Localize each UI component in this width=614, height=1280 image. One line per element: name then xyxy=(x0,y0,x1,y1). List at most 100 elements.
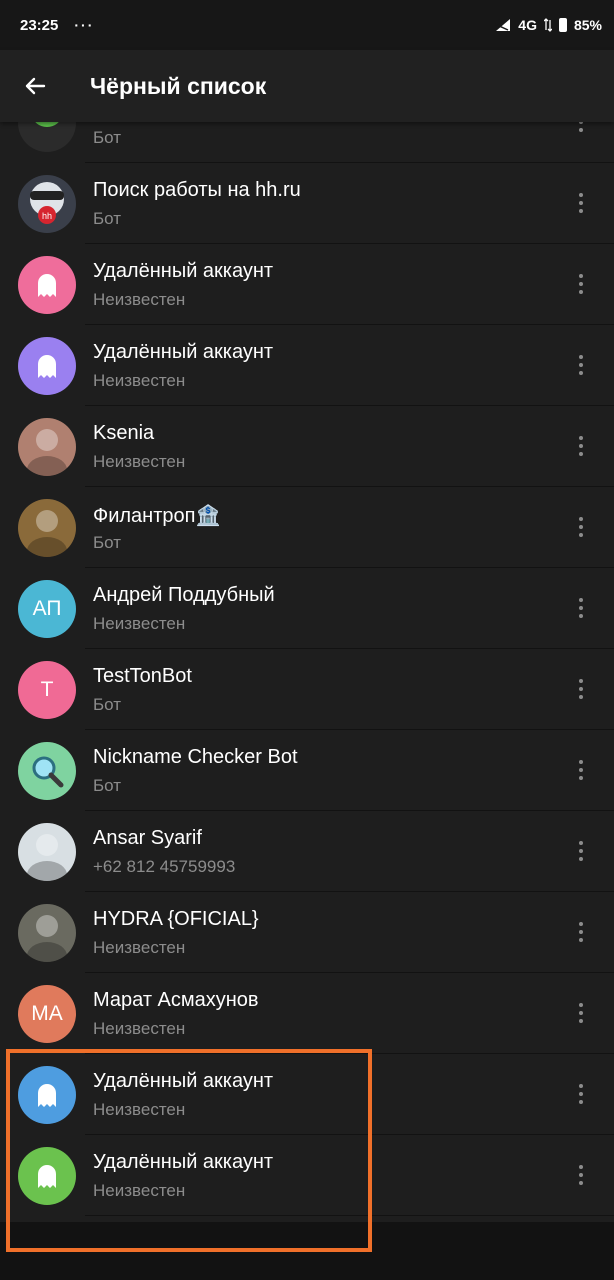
robot-avatar-icon: hh xyxy=(30,182,64,224)
contact-status: Неизвестен xyxy=(93,371,186,390)
contact-name: Удалённый аккаунт xyxy=(93,1151,274,1173)
status-bar: 23:25 ··· 4G 85% xyxy=(0,0,614,50)
avatar[interactable] xyxy=(18,499,76,557)
contact-status: Бот xyxy=(93,776,122,795)
more-options-icon[interactable] xyxy=(566,183,596,223)
more-options-icon[interactable] xyxy=(566,669,596,709)
ghost-icon xyxy=(38,274,56,297)
more-options-icon[interactable] xyxy=(566,264,596,304)
contact-status: Бот xyxy=(93,695,122,714)
avatar[interactable]: МА xyxy=(18,985,76,1043)
contact-name: Андрей Поддубный xyxy=(93,584,275,606)
contact-status: Бот xyxy=(93,533,122,552)
avatar[interactable] xyxy=(18,1066,76,1124)
avatar[interactable] xyxy=(18,904,76,962)
contact-name: Удалённый аккаунт xyxy=(93,341,274,363)
contact-name: Филантроп🏦 xyxy=(93,505,221,527)
list-item[interactable]: Ksenia Неизвестен xyxy=(0,406,614,487)
list-item[interactable]: Ansar Syarif +62 812 45759993 xyxy=(0,811,614,892)
photo-avatar-icon xyxy=(27,834,67,881)
contact-name: Удалённый аккаунт xyxy=(93,260,274,282)
list-item[interactable]: Удалённый аккаунт Неизвестен xyxy=(0,1135,614,1216)
contact-status: Неизвестен xyxy=(93,614,186,633)
more-options-icon[interactable] xyxy=(566,588,596,628)
blocked-users-list[interactable]: @esortn_botБотhh Поиск работы на hh.ru Бот… xyxy=(0,122,614,1222)
svg-text:hh: hh xyxy=(42,211,52,221)
avatar[interactable] xyxy=(18,256,76,314)
list-item[interactable]: Удалённый аккаунт Неизвестен xyxy=(0,325,614,406)
contact-name: TestTonBot xyxy=(93,665,192,687)
photo-avatar-icon xyxy=(27,510,67,557)
contact-status: Неизвестен xyxy=(93,1019,186,1038)
list-item[interactable]: Nickname Checker Bot Бот xyxy=(0,730,614,811)
contact-name: Удалённый аккаунт xyxy=(93,1070,274,1092)
battery-icon xyxy=(558,18,567,32)
more-options-icon[interactable] xyxy=(566,426,596,466)
list-item[interactable]: Удалённый аккаунт Неизвестен xyxy=(0,244,614,325)
frog-avatar-icon xyxy=(35,122,59,127)
contact-status: Бот xyxy=(93,128,122,147)
avatar[interactable] xyxy=(18,742,76,800)
contact-name: Поиск работы на hh.ru xyxy=(93,179,301,201)
list-item[interactable]: Удалённый аккаунт Неизвестен xyxy=(0,1054,614,1135)
more-options-icon[interactable] xyxy=(566,345,596,385)
avatar[interactable] xyxy=(18,418,76,476)
more-options-icon[interactable] xyxy=(566,993,596,1033)
more-options-icon[interactable] xyxy=(566,507,596,547)
avatar-initials: МА xyxy=(31,1002,63,1025)
contact-name: Ksenia xyxy=(93,422,155,444)
avatar[interactable] xyxy=(18,337,76,395)
contact-status: Бот xyxy=(93,209,122,228)
status-right: 4G 85% xyxy=(495,17,602,33)
list-item[interactable]: АП Андрей Поддубный Неизвестен xyxy=(0,568,614,649)
contact-status: Неизвестен xyxy=(93,290,186,309)
status-time: 23:25 xyxy=(20,16,59,34)
more-options-icon[interactable] xyxy=(566,1155,596,1195)
contact-name: HYDRA {OFICIAL} xyxy=(93,908,259,930)
contact-status: Неизвестен xyxy=(93,938,186,957)
magnifier-icon xyxy=(32,756,64,788)
data-transfer-icon xyxy=(543,18,552,32)
contact-status: Неизвестен xyxy=(93,1100,186,1119)
signal-icon xyxy=(495,19,511,31)
avatar[interactable]: hh xyxy=(18,175,76,233)
more-options-icon[interactable] xyxy=(566,912,596,952)
list-item[interactable]: @esortn_botБот xyxy=(0,122,614,163)
ghost-icon xyxy=(38,1165,56,1188)
more-options-icon[interactable] xyxy=(566,831,596,871)
avatar[interactable] xyxy=(18,1147,76,1205)
ghost-icon xyxy=(38,1084,56,1107)
avatar-initials: АП xyxy=(32,597,62,620)
contact-name: Nickname Checker Bot xyxy=(93,746,298,768)
avatar[interactable]: T xyxy=(18,661,76,719)
contact-name: Марат Асмахунов xyxy=(93,989,259,1011)
back-button[interactable] xyxy=(0,50,70,122)
contact-status: Неизвестен xyxy=(93,452,186,471)
photo-avatar-icon xyxy=(27,915,67,962)
list-item[interactable]: HYDRA {OFICIAL} Неизвестен xyxy=(0,892,614,973)
more-options-icon[interactable] xyxy=(566,1074,596,1114)
app-bar: Чёрный список xyxy=(0,50,614,122)
avatar[interactable]: АП xyxy=(18,580,76,638)
more-options-icon[interactable] xyxy=(566,750,596,790)
contact-status: Неизвестен xyxy=(93,1181,186,1200)
list-item[interactable]: hh Поиск работы на hh.ru Бот xyxy=(0,163,614,244)
list-item[interactable]: Филантроп🏦 Бот xyxy=(0,487,614,568)
list-item[interactable]: МА Марат Асмахунов Неизвестен xyxy=(0,973,614,1054)
ghost-icon xyxy=(38,355,56,378)
divider xyxy=(85,1215,614,1216)
status-more-icon: ··· xyxy=(74,17,95,33)
avatar[interactable] xyxy=(18,823,76,881)
page-title: Чёрный список xyxy=(90,72,267,99)
arrow-left-icon xyxy=(25,77,46,95)
photo-avatar-icon xyxy=(27,429,67,476)
contact-status: +62 812 45759993 xyxy=(93,857,236,876)
blocked-users-list-inner: @esortn_botБотhh Поиск работы на hh.ru Бот… xyxy=(0,122,614,1216)
network-type: 4G xyxy=(518,17,537,33)
avatar-initials: T xyxy=(40,678,54,701)
battery-level: 85% xyxy=(573,17,602,33)
list-item[interactable]: T TestTonBot Бот xyxy=(0,649,614,730)
more-options-icon[interactable] xyxy=(566,122,596,142)
contact-name: Ansar Syarif xyxy=(93,827,202,849)
avatar[interactable] xyxy=(18,122,76,152)
